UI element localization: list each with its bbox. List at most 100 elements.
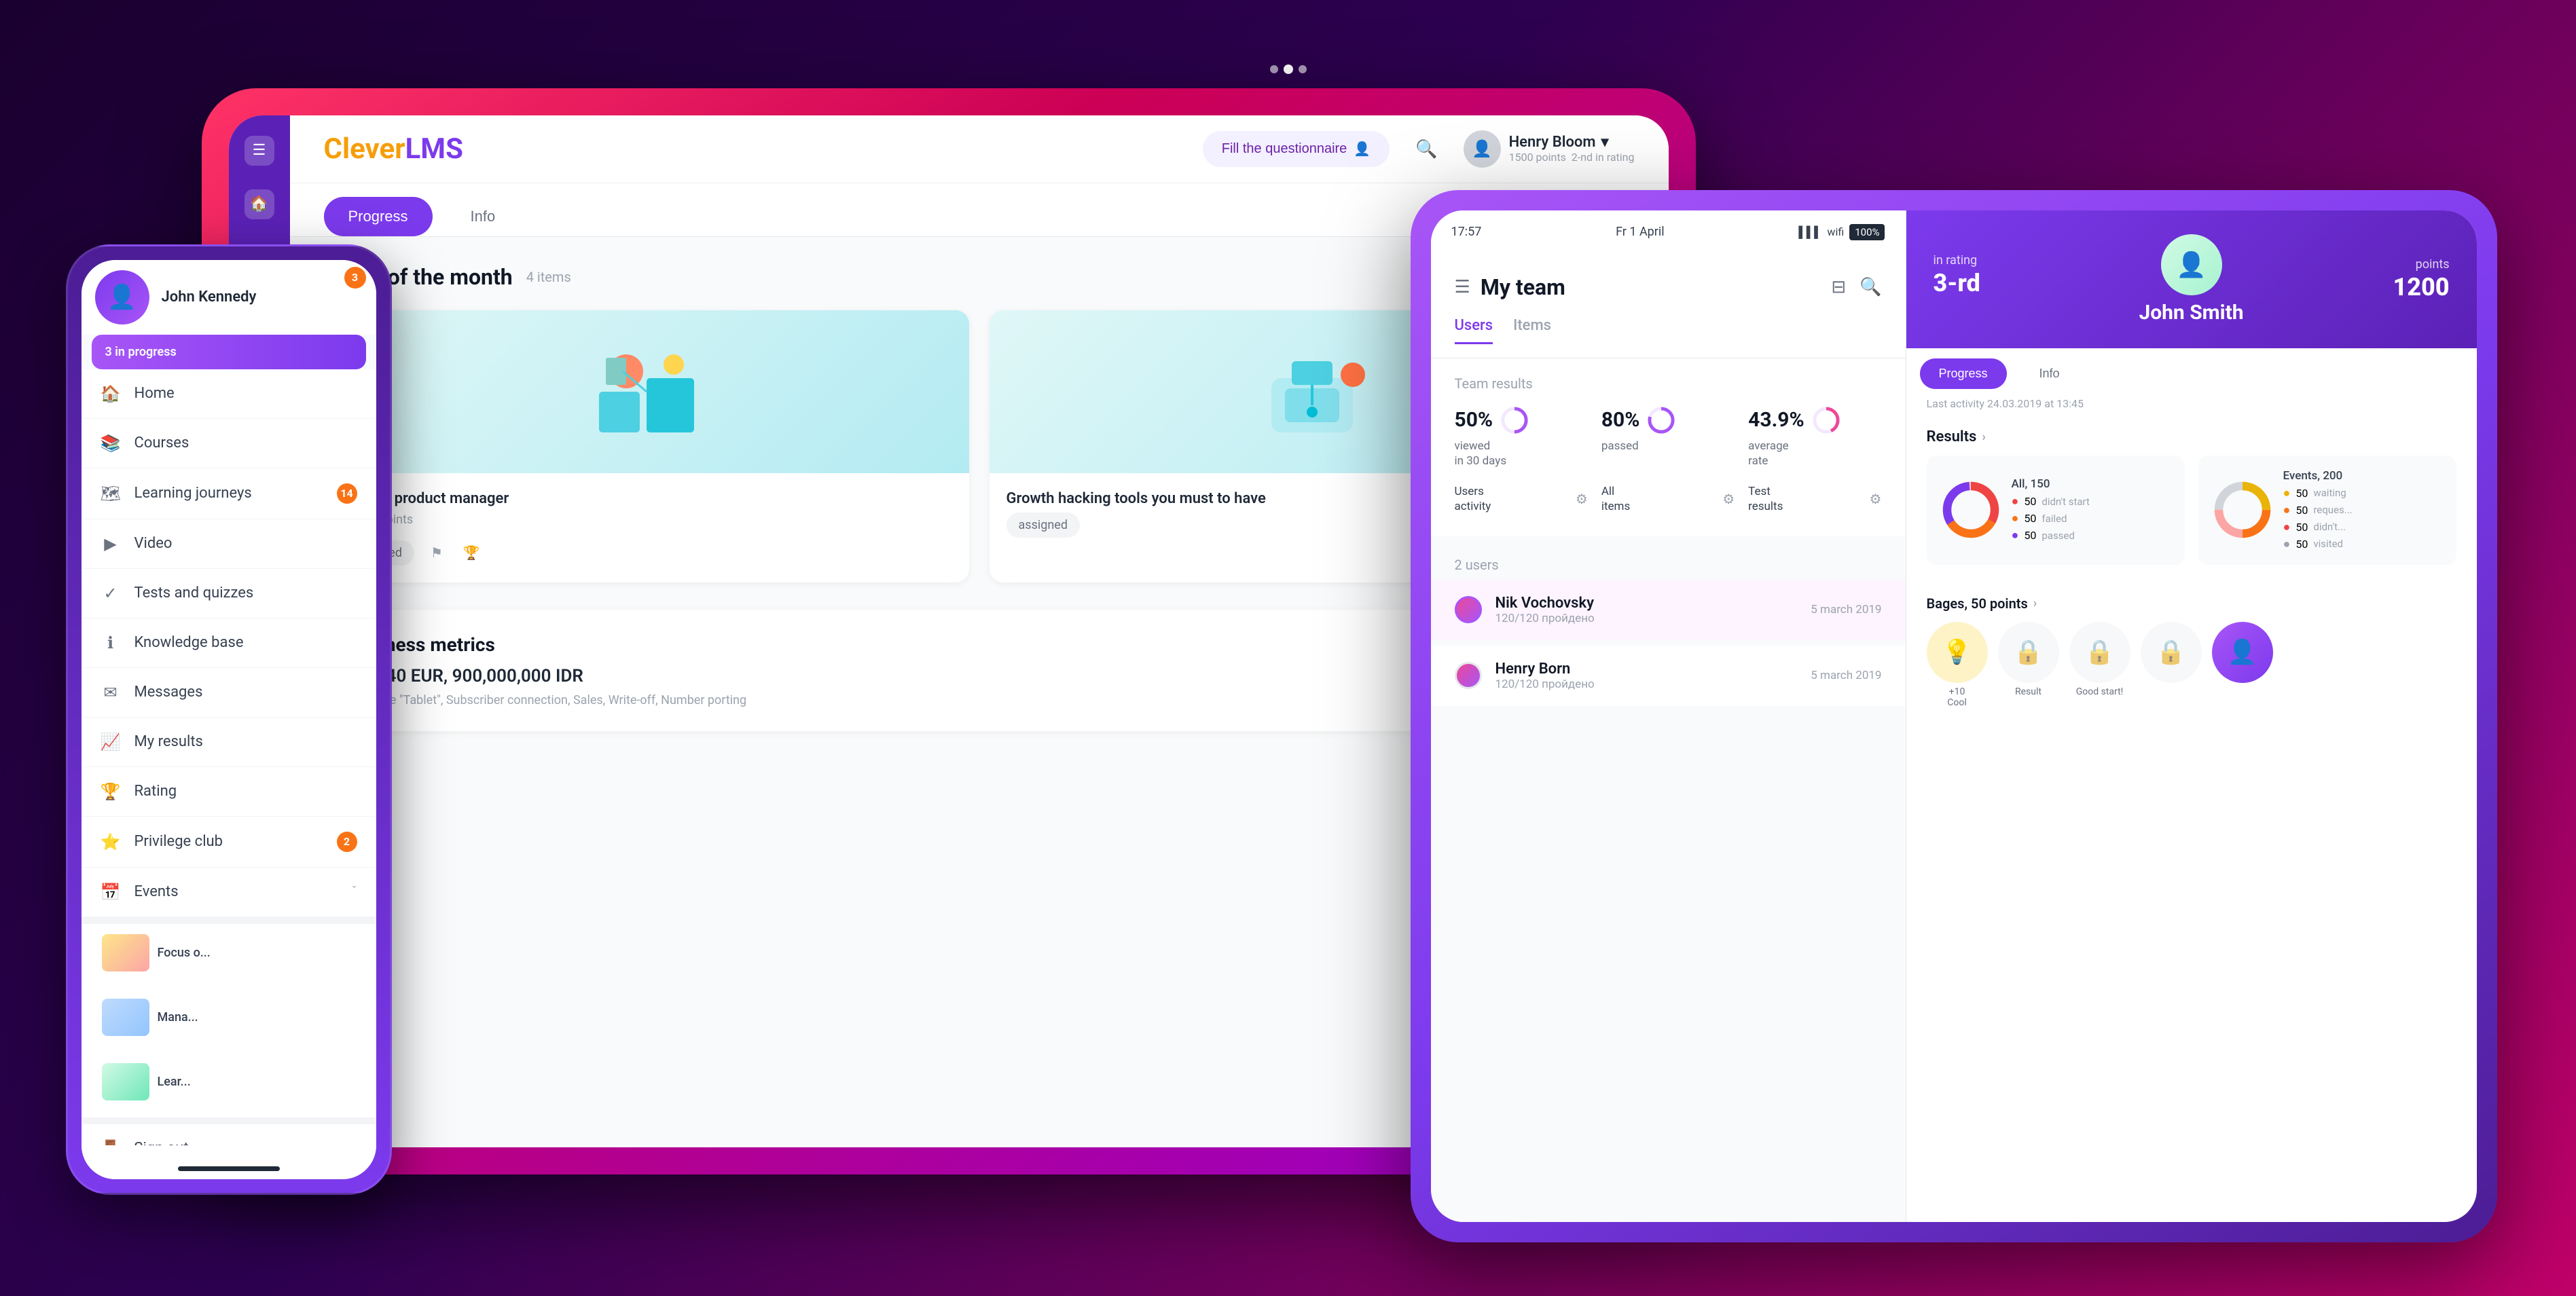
header-user-name: Henry Bloom ▾: [1509, 134, 1635, 151]
video-nav-label: Video: [134, 535, 357, 552]
badges-chevron-icon[interactable]: ›: [2033, 596, 2037, 610]
user-list-item-1[interactable]: Nik Vochovsky 120/120 пройдено 5 march 2…: [1431, 580, 1906, 640]
user-1-info: Nik Vochovsky 120/120 пройдено: [1495, 595, 1798, 625]
myteam-status-bar: 17:57 Fr 1 April ▌▌▌ wifi 100%: [1431, 210, 1906, 254]
phone-nav-knowledge[interactable]: ℹ Knowledge base: [81, 618, 376, 668]
team-results-title: Team results: [1455, 375, 1882, 392]
result-all-title: All, 150: [2012, 477, 2090, 491]
profile-tabs: Progress Info: [1906, 348, 2477, 389]
main-scene: ☰ 🏠 🎓 ▶ ⊞ CleverLMS Fill the questionnai…: [66, 54, 2511, 1242]
filter-icon[interactable]: ⊟: [1831, 277, 1846, 297]
badge-locked-3-item[interactable]: 🔒: [2141, 622, 2202, 683]
questionnaire-button[interactable]: Fill the questionnaire 👤: [1203, 131, 1390, 167]
results-title: Results ›: [1927, 428, 2456, 445]
results-nav-label: My results: [134, 733, 357, 750]
phone-thumb-manage[interactable]: Mana...: [92, 988, 366, 1046]
search-button[interactable]: 🔍: [1410, 133, 1443, 165]
myteam-tab-items[interactable]: Items: [1513, 317, 1551, 344]
badge-cool-item[interactable]: 💡: [1927, 622, 1988, 683]
test-results-setting: Testresults ⚙: [1748, 479, 1881, 519]
knowledge-nav-icon: ℹ: [101, 633, 121, 652]
rank-label: in rating: [1934, 253, 2054, 267]
dot-purple-1: ●: [2012, 528, 2019, 542]
status-icons: ▌▌▌ wifi 100%: [1798, 224, 1885, 240]
phone-nav-signout[interactable]: 🚪 Sign out: [81, 1124, 376, 1145]
course-card-1-subtitle: Get 50 points: [341, 513, 952, 527]
rating-nav-icon: 🏆: [101, 782, 121, 801]
header-right: Fill the questionnaire 👤 🔍 👤 Henry Bloom…: [1203, 130, 1635, 168]
result-card-all: All, 150 ● 50 didn't start ●: [1927, 456, 2185, 565]
phone-screen: 👤 John Kennedy 3 3 in progress 🏠 Home 📚: [81, 260, 376, 1179]
badges-title[interactable]: Bages, 50 points ›: [1927, 595, 2456, 612]
metric-passed-label: passed: [1601, 439, 1735, 453]
phone-nav-learning-journeys[interactable]: 🗺 Learning journeys 14: [81, 468, 376, 519]
home-nav-label: Home: [134, 385, 357, 402]
thumb-focus-image: [102, 934, 149, 971]
header-user-points: 1500 points 2-nd in rating: [1509, 151, 1635, 164]
user-2-name: Henry Born: [1495, 661, 1798, 678]
phone-nav-video[interactable]: ▶ Video: [81, 519, 376, 569]
all-items-gear-icon[interactable]: ⚙: [1722, 491, 1735, 507]
messages-nav-icon: ✉: [101, 683, 121, 702]
profile-tab-info[interactable]: Info: [2020, 358, 2079, 389]
points-value: 1200: [2393, 273, 2449, 301]
tab-info[interactable]: Info: [446, 197, 520, 236]
phone-thumb-focus[interactable]: Focus o...: [92, 924, 366, 982]
dot-orange-2: ●: [2283, 503, 2291, 517]
badge-good-start-item[interactable]: 🔒: [2069, 622, 2130, 683]
badge-good-start: 🔒 Good start!: [2069, 622, 2130, 708]
metric-rate-label: averagerate: [1748, 439, 1881, 468]
trophy-icon-1[interactable]: 🏆: [459, 540, 484, 565]
myteam-tab-users[interactable]: Users: [1455, 317, 1493, 344]
flag-icon-1[interactable]: ⚑: [424, 540, 449, 565]
team-results-section: Team results 50% vie: [1431, 358, 1906, 536]
user-1-name: Nik Vochovsky: [1495, 595, 1798, 612]
sidebar-menu-icon[interactable]: ☰: [244, 136, 274, 166]
learning-journeys-nav-icon: 🗺: [101, 484, 121, 503]
phone-nav-home[interactable]: 🏠 Home: [81, 369, 376, 419]
dropdown-arrow[interactable]: ▾: [1601, 134, 1609, 151]
test-results-label: Testresults: [1748, 484, 1783, 514]
myteam-title: ☰ My team: [1455, 274, 1565, 300]
result-events-item-1: ● 50 waiting: [2283, 486, 2353, 500]
myteam-tablet-device: 17:57 Fr 1 April ▌▌▌ wifi 100% ☰: [1411, 190, 2497, 1242]
profile-tab-progress[interactable]: Progress: [1920, 358, 2007, 389]
phone-nav-rating[interactable]: 🏆 Rating: [81, 767, 376, 817]
user-list-item-2[interactable]: Henry Born 120/120 пройдено 5 march 2019: [1431, 646, 1906, 706]
test-results-gear-icon[interactable]: ⚙: [1870, 491, 1882, 507]
phone-nav-events[interactable]: 📅 Events ˇ: [81, 868, 376, 917]
logo-clever: Clever: [324, 132, 405, 166]
phone-nav-courses[interactable]: 📚 Courses: [81, 419, 376, 468]
users-activity-gear-icon[interactable]: ⚙: [1576, 491, 1588, 507]
header-user-info: Henry Bloom ▾ 1500 points 2-nd in rating: [1509, 134, 1635, 164]
thumb-lear-label: Lear...: [158, 1075, 191, 1089]
tab-progress[interactable]: Progress: [324, 197, 433, 236]
thumb-lear-image: [102, 1063, 149, 1100]
metric-settings-row: Usersactivity ⚙ Allitems ⚙ Testresults ⚙: [1455, 479, 1882, 519]
users-activity-setting: Usersactivity ⚙: [1455, 479, 1588, 519]
metrics-row: 50% viewedin 30 days 80%: [1455, 405, 1882, 468]
results-chevron-icon[interactable]: ›: [1982, 430, 1985, 444]
metric-viewed-label: viewedin 30 days: [1455, 439, 1588, 468]
phone-nav-privilege[interactable]: ⭐ Privilege club 2: [81, 817, 376, 868]
phone-nav-tests[interactable]: ✓ Tests and quizzes: [81, 569, 376, 618]
phone-thumb-lear[interactable]: Lear...: [92, 1053, 366, 1111]
course-card-1[interactable]: Being a product manager Get 50 points as…: [324, 310, 969, 582]
result-card-events: Events, 200 ● 50 waiting ●: [2198, 456, 2456, 565]
dot-orange-1: ●: [2012, 511, 2019, 525]
result-events-title: Events, 200: [2283, 469, 2353, 483]
badge-purple-item[interactable]: 👤: [2212, 622, 2273, 683]
myteam-menu-icon[interactable]: ☰: [1455, 277, 1470, 297]
assigned-badge-2: assigned: [1006, 513, 1081, 538]
metric-rate-value: 43.9%: [1748, 408, 1804, 432]
sidebar-home-icon[interactable]: 🏠: [244, 189, 274, 219]
courses-nav-icon: 📚: [101, 434, 121, 453]
profile-left: in rating 3-rd: [1934, 253, 2054, 306]
thumb-manage-image: [102, 999, 149, 1036]
badge-result-item[interactable]: 🔒: [1998, 622, 2059, 683]
search-icon[interactable]: 🔍: [1860, 277, 1881, 297]
status-time: 17:57: [1451, 225, 1482, 239]
phone-nav-messages[interactable]: ✉ Messages: [81, 668, 376, 718]
phone-nav-results[interactable]: 📈 My results: [81, 718, 376, 767]
course-card-1-title: Being a product manager: [341, 490, 952, 507]
